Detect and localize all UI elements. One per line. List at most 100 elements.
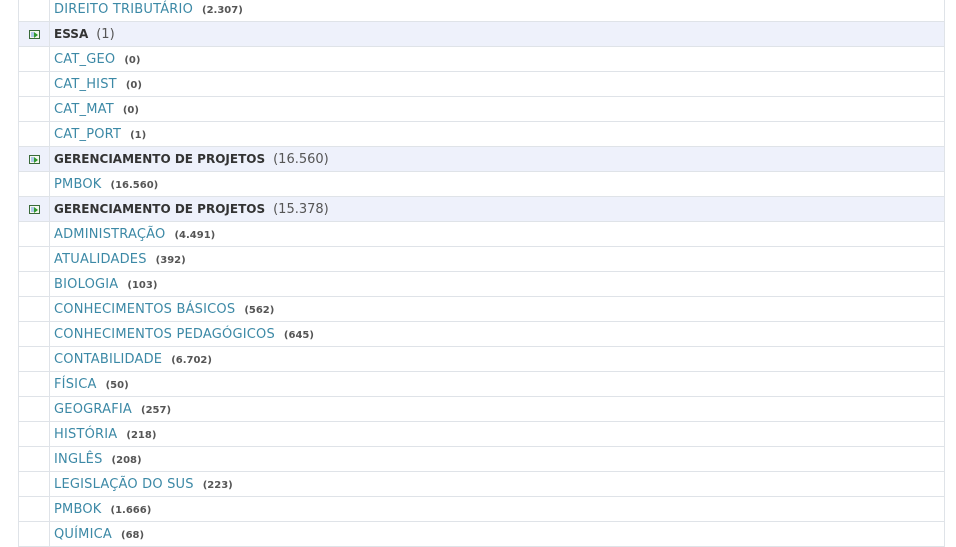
item-count: (0): [122, 104, 139, 116]
row-content: CONHECIMENTOS PEDAGÓGICOS (645): [50, 327, 314, 342]
subcategory-row[interactable]: CAT_HIST (0): [19, 72, 944, 97]
subcategory-link[interactable]: GEOGRAFIA: [54, 402, 132, 417]
row-gutter: [19, 322, 50, 346]
row-content: PMBOK (1.666): [50, 502, 151, 517]
expand-group-icon[interactable]: [28, 154, 40, 164]
row-content: CAT_GEO (0): [50, 52, 140, 67]
subcategory-row[interactable]: FÍSICA (50): [19, 372, 944, 397]
subcategory-link[interactable]: CAT_GEO: [54, 52, 115, 67]
row-content: ESSA (1): [50, 27, 115, 42]
subcategory-link[interactable]: QUÍMICA: [54, 527, 112, 542]
subcategory-row[interactable]: CAT_GEO (0): [19, 47, 944, 72]
subcategory-row[interactable]: GEOGRAFIA (257): [19, 397, 944, 422]
row-gutter: [19, 447, 50, 471]
subcategory-link[interactable]: CAT_PORT: [54, 127, 121, 142]
row-content: GEOGRAFIA (257): [50, 402, 171, 417]
row-gutter: [19, 272, 50, 296]
row-gutter: [19, 397, 50, 421]
item-count: (0): [125, 79, 142, 91]
item-count: (6.702): [171, 354, 212, 366]
subcategory-row[interactable]: HISTÓRIA (218): [19, 422, 944, 447]
subcategory-link[interactable]: BIOLOGIA: [54, 277, 118, 292]
item-count: (16.560): [273, 151, 329, 167]
item-count: (103): [127, 279, 158, 291]
category-group-row: GERENCIAMENTO DE PROJETOS (15.378): [19, 197, 944, 222]
row-gutter: [19, 247, 50, 271]
item-count: (218): [126, 429, 157, 441]
row-gutter: [19, 172, 50, 196]
subcategory-link[interactable]: CAT_MAT: [54, 102, 114, 117]
subcategory-link[interactable]: CONHECIMENTOS BÁSICOS: [54, 302, 235, 317]
subcategory-row[interactable]: CONHECIMENTOS PEDAGÓGICOS (645): [19, 322, 944, 347]
subcategory-row[interactable]: CONTABILIDADE (6.702): [19, 347, 944, 372]
subcategory-link[interactable]: ADMINISTRAÇÃO: [54, 227, 165, 242]
subcategory-row[interactable]: DIREITO TRIBUTÁRIO (2.307): [19, 0, 944, 22]
row-content: ADMINISTRAÇÃO (4.491): [50, 227, 215, 242]
item-count: (208): [111, 454, 142, 466]
row-content: QUÍMICA (68): [50, 527, 144, 542]
row-gutter: [19, 0, 50, 21]
row-content: DIREITO TRIBUTÁRIO (2.307): [50, 2, 243, 17]
row-content: GERENCIAMENTO DE PROJETOS (15.378): [50, 202, 329, 217]
subcategory-row[interactable]: BIOLOGIA (103): [19, 272, 944, 297]
row-gutter: [19, 297, 50, 321]
row-gutter: [19, 222, 50, 246]
row-content: LEGISLAÇÃO DO SUS (223): [50, 477, 233, 492]
subcategory-link[interactable]: HISTÓRIA: [54, 427, 117, 442]
subcategory-link[interactable]: PMBOK: [54, 177, 102, 192]
subcategory-row[interactable]: CAT_MAT (0): [19, 97, 944, 122]
row-content: PMBOK (16.560): [50, 177, 158, 192]
row-content: BIOLOGIA (103): [50, 277, 157, 292]
item-count: (257): [141, 404, 172, 416]
subcategory-link[interactable]: DIREITO TRIBUTÁRIO: [54, 2, 193, 17]
row-content: CONHECIMENTOS BÁSICOS (562): [50, 302, 274, 317]
subcategory-link[interactable]: PMBOK: [54, 502, 102, 517]
subcategory-row[interactable]: INGLÊS (208): [19, 447, 944, 472]
row-gutter: [19, 47, 50, 71]
row-content: CAT_MAT (0): [50, 102, 139, 117]
item-count: (50): [105, 379, 129, 391]
subcategory-link[interactable]: INGLÊS: [54, 452, 103, 467]
item-count: (562): [244, 304, 275, 316]
item-count: (16.560): [110, 179, 159, 191]
row-gutter: [19, 422, 50, 446]
subcategory-row[interactable]: PMBOK (16.560): [19, 172, 944, 197]
row-content: FÍSICA (50): [50, 377, 129, 392]
row-content: CAT_PORT (1): [50, 127, 146, 142]
item-count: (4.491): [174, 229, 216, 241]
row-gutter: [19, 522, 50, 546]
subcategory-link[interactable]: LEGISLAÇÃO DO SUS: [54, 477, 194, 492]
item-count: (68): [121, 529, 145, 541]
row-gutter: [19, 72, 50, 96]
item-count: (1.666): [110, 504, 152, 516]
category-group-row: GERENCIAMENTO DE PROJETOS (16.560): [19, 147, 944, 172]
row-gutter: [19, 22, 50, 46]
item-count: (645): [283, 329, 314, 341]
subcategory-link[interactable]: FÍSICA: [54, 377, 97, 392]
group-title: GERENCIAMENTO DE PROJETOS: [54, 151, 266, 166]
group-title: ESSA: [54, 26, 89, 41]
expand-group-icon[interactable]: [28, 29, 40, 39]
row-gutter: [19, 472, 50, 496]
expand-group-icon[interactable]: [28, 204, 40, 214]
subcategory-link[interactable]: ATUALIDADES: [54, 252, 147, 267]
subcategory-link[interactable]: CAT_HIST: [54, 77, 117, 92]
subcategory-link[interactable]: CONHECIMENTOS PEDAGÓGICOS: [54, 327, 275, 342]
item-count: (2.307): [202, 4, 243, 16]
subcategory-row[interactable]: CONHECIMENTOS BÁSICOS (562): [19, 297, 944, 322]
row-gutter: [19, 372, 50, 396]
subcategory-row[interactable]: PMBOK (1.666): [19, 497, 944, 522]
row-gutter: [19, 97, 50, 121]
item-count: (1): [130, 129, 147, 141]
row-content: GERENCIAMENTO DE PROJETOS (16.560): [50, 152, 329, 167]
subcategory-link[interactable]: CONTABILIDADE: [54, 352, 162, 367]
subcategory-row[interactable]: QUÍMICA (68): [19, 522, 944, 547]
row-gutter: [19, 147, 50, 171]
row-content: ATUALIDADES (392): [50, 252, 186, 267]
subcategory-row[interactable]: ATUALIDADES (392): [19, 247, 944, 272]
row-content: HISTÓRIA (218): [50, 427, 156, 442]
subcategory-row[interactable]: CAT_PORT (1): [19, 122, 944, 147]
subcategory-row[interactable]: ADMINISTRAÇÃO (4.491): [19, 222, 944, 247]
subcategory-row[interactable]: LEGISLAÇÃO DO SUS (223): [19, 472, 944, 497]
row-gutter: [19, 347, 50, 371]
